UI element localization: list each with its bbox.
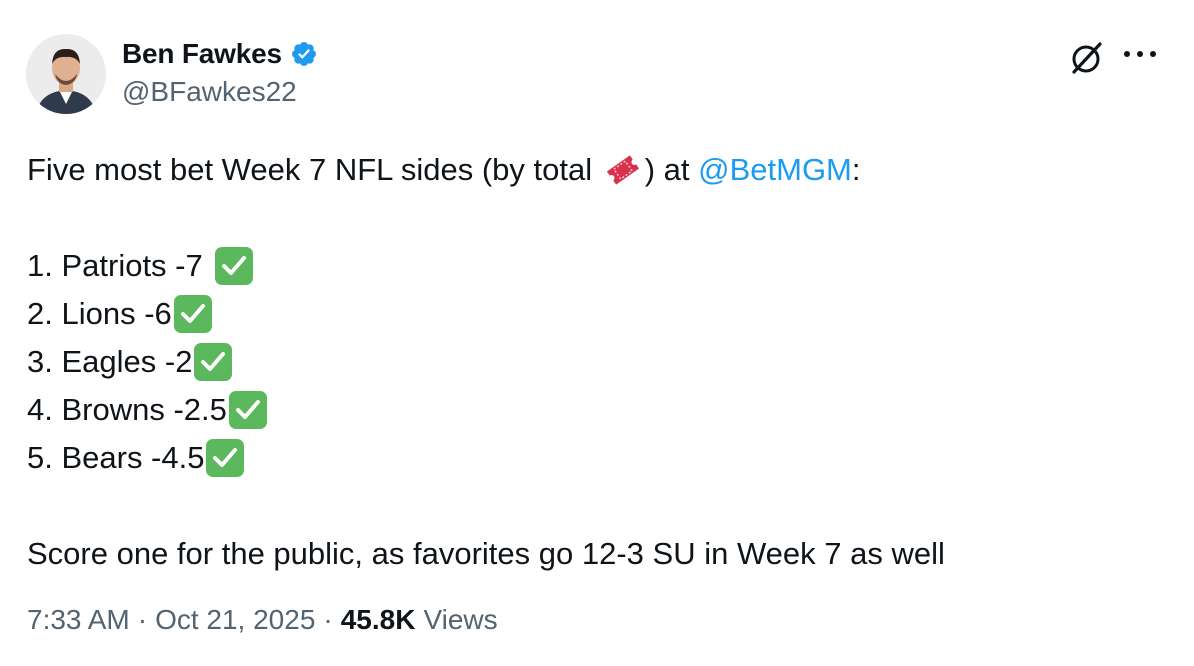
grok-icon[interactable] — [1066, 38, 1106, 78]
meta-separator: · — [137, 604, 148, 635]
check-mark-icon — [173, 295, 212, 333]
list-item: 1. Patriots -7 — [27, 242, 1167, 290]
user-handle[interactable]: @BFawkes22 — [122, 76, 297, 108]
closing-text: Score one for the public, as favorites g… — [27, 536, 945, 571]
views-count[interactable]: 45.8K — [341, 604, 416, 636]
list-item: 2. Lions -6 — [27, 290, 1167, 338]
list-item-text: 3. Eagles -2 — [27, 344, 193, 379]
list-item: 4. Browns -2.5 — [27, 386, 1167, 434]
list-item: 5. Bears -4.5 — [27, 434, 1167, 482]
list-item: 3. Eagles -2 — [27, 338, 1167, 386]
list-item-text: 1. Patriots -7 — [27, 248, 203, 283]
display-name[interactable]: Ben Fawkes — [122, 38, 282, 70]
tweet-closing-line: Score one for the public, as favorites g… — [27, 530, 1167, 578]
tweet-meta: 7:33 AM · Oct 21, 2025 · 45.8K Views — [27, 604, 498, 636]
intro-prefix: Five most bet Week 7 NFL sides (by total — [27, 152, 601, 187]
more-options-icon[interactable] — [1122, 46, 1158, 62]
tweet-intro-line: Five most bet Week 7 NFL sides (by total… — [27, 146, 1167, 194]
intro-middle: ) at — [644, 152, 699, 187]
views-label[interactable]: Views — [423, 604, 497, 636]
tweet-card: Ben Fawkes @BFawkes22 Five most bet Week… — [0, 0, 1194, 666]
check-mark-icon — [228, 391, 267, 429]
tweet-text: Five most bet Week 7 NFL sides (by total… — [27, 146, 1167, 578]
author-name-row: Ben Fawkes — [122, 36, 318, 72]
avatar[interactable] — [26, 34, 106, 114]
timestamp-time[interactable]: 7:33 AM — [27, 604, 130, 636]
ticket-icon — [603, 150, 643, 190]
verified-badge-icon[interactable] — [290, 40, 318, 68]
list-item-text: 2. Lions -6 — [27, 296, 172, 331]
mention-link[interactable]: @BetMGM — [698, 146, 852, 194]
check-mark-icon — [214, 247, 253, 285]
check-mark-icon — [206, 439, 245, 477]
timestamp-date[interactable]: Oct 21, 2025 — [155, 604, 315, 636]
intro-suffix: : — [851, 152, 861, 187]
list-item-text: 4. Browns -2.5 — [27, 392, 227, 427]
meta-separator: · — [323, 604, 333, 635]
check-mark-icon — [194, 343, 233, 381]
list-item-text: 5. Bears -4.5 — [27, 440, 205, 475]
